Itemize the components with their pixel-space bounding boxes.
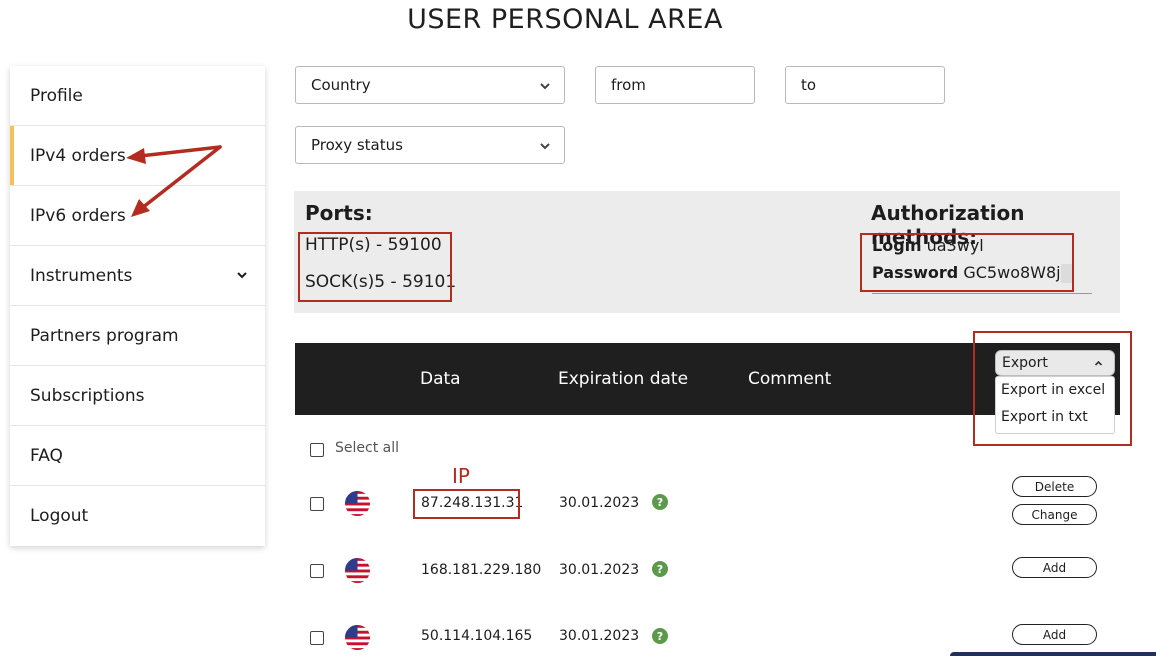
export-excel-option[interactable]: Export in excel (996, 377, 1114, 404)
proxy-info-panel: Ports: HTTP(s) - 59100 SOCK(s)5 - 59101 … (294, 191, 1120, 313)
sidebar-item-label: IPv4 orders (30, 145, 126, 166)
sidebar-item-label: IPv6 orders (30, 205, 126, 226)
date-to-input[interactable] (785, 66, 945, 104)
ports-heading: Ports: (305, 201, 373, 225)
sidebar-item-faq[interactable]: FAQ (10, 426, 265, 486)
column-header-expiration-date: Expiration date (558, 369, 689, 389)
export-txt-option[interactable]: Export in txt (996, 404, 1114, 431)
us-flag-icon (344, 557, 371, 584)
row-checkbox[interactable] (310, 497, 324, 511)
country-select-value: Country (311, 76, 371, 94)
row-checkbox[interactable] (310, 631, 324, 645)
us-flag-icon (344, 490, 371, 517)
sidebar-item-profile[interactable]: Profile (10, 66, 265, 126)
svg-text:?: ? (657, 563, 663, 576)
row-checkbox[interactable] (310, 564, 324, 578)
help-icon[interactable]: ? (652, 628, 668, 644)
sidebar-item-ipv4-orders[interactable]: IPv4 orders (10, 126, 265, 186)
help-icon[interactable]: ? (652, 494, 668, 510)
sidebar-item-ipv6-orders[interactable]: IPv6 orders (10, 186, 265, 246)
sidebar-item-subscriptions[interactable]: Subscriptions (10, 366, 265, 426)
auth-divider (872, 293, 1092, 294)
select-all-checkbox[interactable] (310, 443, 324, 457)
column-header-data: Data (420, 369, 461, 389)
proxy-status-select[interactable]: Proxy status (295, 126, 565, 164)
date-from-input[interactable] (595, 66, 755, 104)
sidebar-item-label: FAQ (30, 445, 63, 466)
country-select[interactable]: Country (295, 66, 565, 104)
chat-widget-edge[interactable] (950, 652, 1156, 656)
svg-text:?: ? (657, 496, 663, 509)
expiration-date: 30.01.2023 (559, 628, 640, 644)
us-flag-icon (344, 624, 371, 651)
auth-highlight-box (860, 233, 1074, 292)
expiration-date: 30.01.2023 (559, 562, 640, 578)
export-dropdown-menu: Export in excel Export in txt (995, 376, 1115, 434)
sidebar-item-label: Subscriptions (30, 385, 145, 406)
ports-highlight-box (298, 232, 452, 302)
ip-highlight-box (413, 489, 520, 519)
sidebar-item-label: Partners program (30, 325, 179, 346)
expiration-date: 30.01.2023 (559, 495, 640, 511)
svg-text:?: ? (657, 630, 663, 643)
sidebar-item-logout[interactable]: Logout (10, 486, 265, 546)
change-button[interactable]: Change (1012, 504, 1097, 525)
sidebar: Profile IPv4 orders IPv6 orders Instrume… (10, 66, 265, 546)
chevron-down-icon (540, 83, 550, 90)
ip-annotation-label: IP (452, 464, 470, 488)
add-button[interactable]: Add (1012, 557, 1097, 578)
select-all-label[interactable]: Select all (335, 440, 399, 456)
ip-address: 168.181.229.180 (421, 562, 542, 578)
sidebar-item-instruments[interactable]: Instruments (10, 246, 265, 306)
sidebar-item-partners-program[interactable]: Partners program (10, 306, 265, 366)
sidebar-item-label: Instruments (30, 265, 133, 286)
chevron-down-icon (540, 143, 550, 150)
proxy-status-select-value: Proxy status (311, 136, 403, 154)
delete-button[interactable]: Delete (1012, 476, 1097, 497)
ip-address: 50.114.104.165 (421, 628, 533, 644)
help-icon[interactable]: ? (652, 561, 668, 577)
page-title: USER PERSONAL AREA (407, 4, 723, 35)
chevron-down-icon (237, 272, 247, 279)
sidebar-item-label: Logout (30, 506, 89, 526)
sidebar-item-label: Profile (30, 85, 83, 106)
add-button[interactable]: Add (1012, 624, 1097, 645)
column-header-comment: Comment (748, 369, 832, 389)
